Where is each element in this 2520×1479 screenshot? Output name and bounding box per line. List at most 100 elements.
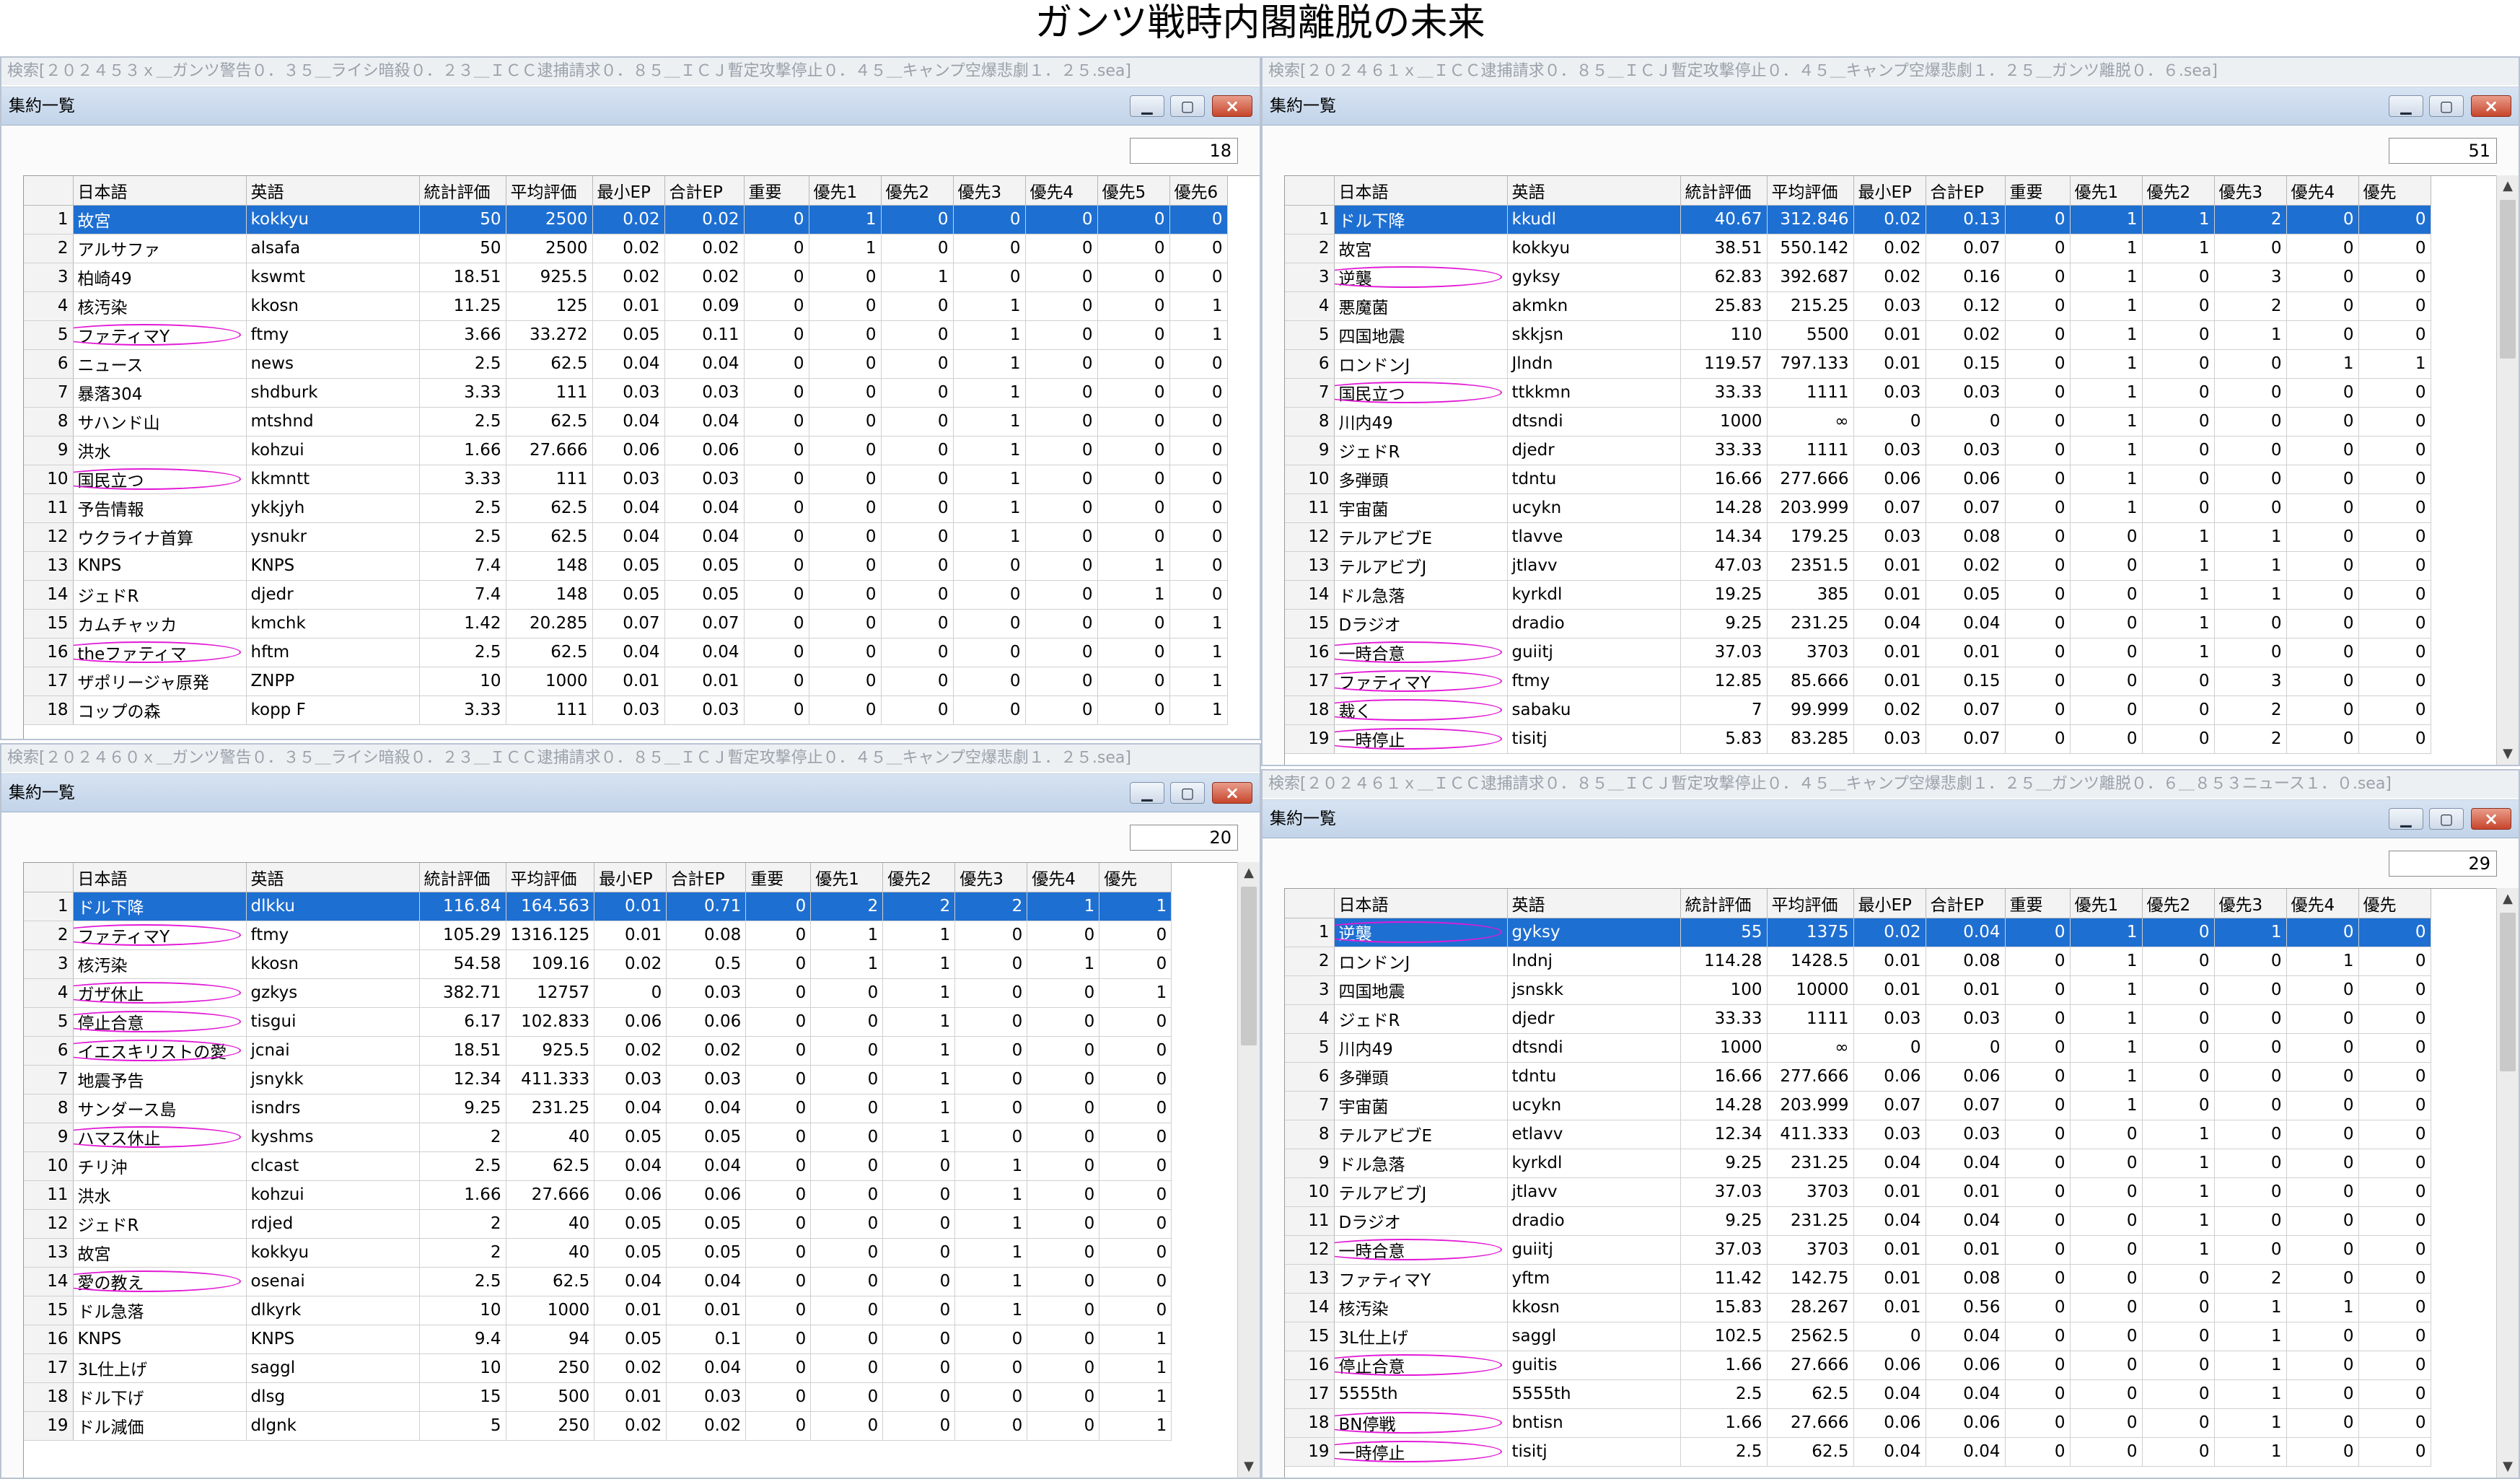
column-header[interactable]: 優先3 bbox=[2214, 889, 2287, 918]
column-header[interactable]: 優先3 bbox=[954, 863, 1028, 892]
table-row[interactable]: 11 宇宙菌 ucykn 14.28 203.999 0.07 0.07 0 1 0 0 0 0 bbox=[1285, 493, 2431, 523]
column-header[interactable]: 優先 bbox=[2358, 176, 2431, 206]
table-row[interactable]: 2 ファティマY ftmy 105.29 1316.125 0.01 0.08 0 1 1 0 0 0 bbox=[24, 921, 1172, 950]
column-header[interactable]: 優先1 bbox=[2070, 889, 2143, 918]
table-row[interactable]: 5 停止合意 tisgui 6.17 102.833 0.06 0.06 0 0 1 0 0 0 bbox=[24, 1007, 1172, 1037]
results-grid[interactable]: 日本語 英語 統計評価 平均評価 最小EP 合計EP 重要 優先1 優先2 優先3 優先4 優先 1 ドル… bbox=[1284, 175, 2498, 765]
column-header[interactable]: 統計評価 bbox=[1680, 176, 1768, 206]
column-header[interactable]: 平均評価 bbox=[1767, 889, 1854, 918]
column-header[interactable]: 最小EP bbox=[1853, 889, 1926, 918]
column-header[interactable]: 優先3 bbox=[953, 176, 1026, 206]
results-grid[interactable]: 日本語 英語 統計評価 平均評価 最小EP 合計EP 重要 優先1 優先2 優先3 優先4 優先 1 逆襲… bbox=[1284, 888, 2498, 1478]
table-row[interactable]: 13 KNPS KNPS 7.4 148 0.05 0.05 0 0 0 0 0 1 0 bbox=[24, 551, 1228, 581]
column-header[interactable]: 日本語 bbox=[73, 176, 247, 206]
table-row[interactable]: 12 一時合意 guiitj 37.03 3703 0.01 0.01 0 0 1 0 0 0 bbox=[1285, 1235, 2431, 1265]
table-row[interactable]: 8 サンダース島 isndrs 9.25 231.25 0.04 0.04 0 0 1 0 0 0 bbox=[24, 1094, 1172, 1123]
column-header[interactable]: 重要 bbox=[744, 176, 809, 206]
table-row[interactable]: 19 一時停止 tisitj 5.83 83.285 0.03 0.07 0 0 0 2 0 0 bbox=[1285, 724, 2431, 754]
column-header[interactable]: 優先4 bbox=[1027, 863, 1100, 892]
column-header[interactable]: 平均評価 bbox=[506, 863, 595, 892]
maximize-button[interactable]: ▢ bbox=[2429, 95, 2464, 117]
column-header[interactable]: 優先 bbox=[1099, 863, 1172, 892]
minimize-button[interactable]: ▁ bbox=[1130, 95, 1164, 117]
table-row[interactable]: 10 チリ沖 clcast 2.5 62.5 0.04 0.04 0 0 0 1 0 0 bbox=[24, 1151, 1172, 1181]
column-header[interactable]: 合計EP bbox=[1926, 176, 2006, 206]
scroll-down-icon[interactable]: ▼ bbox=[2497, 743, 2519, 765]
table-row-selected[interactable]: 1 逆襲 gyksy 55 1375 0.02 0.04 0 1 0 1 0 0 bbox=[1285, 918, 2431, 947]
results-grid[interactable]: 日本語 英語 統計評価 平均評価 最小EP 合計EP 重要 優先1 優先2 優先3 優先4 優先 1 ドル… bbox=[23, 862, 1237, 1478]
column-header[interactable]: 英語 bbox=[246, 176, 420, 206]
table-row[interactable]: 15 Dラジオ dradio 9.25 231.25 0.04 0.04 0 0 1 0 0 0 bbox=[1285, 609, 2431, 638]
column-header[interactable]: 優先1 bbox=[2070, 176, 2143, 206]
table-row[interactable]: 14 愛の教え osenai 2.5 62.5 0.04 0.04 0 0 0 1 0 0 bbox=[24, 1267, 1172, 1296]
table-row[interactable]: 6 ニュース news 2.5 62.5 0.04 0.04 0 0 0 1 0 0 0 bbox=[24, 349, 1228, 379]
table-row[interactable]: 3 柏崎49 kswmt 18.51 925.5 0.02 0.02 0 0 1 0 0 0 0 bbox=[24, 263, 1228, 292]
result-count-field[interactable]: 18 bbox=[1130, 138, 1238, 164]
table-row[interactable]: 18 BN停戦 bntisn 1.66 27.666 0.06 0.06 0 0 0 1 0 0 bbox=[1285, 1408, 2431, 1438]
column-header[interactable]: 日本語 bbox=[1334, 176, 1508, 206]
table-row[interactable]: 13 故宮 kokkyu 2 40 0.05 0.05 0 0 0 1 0 0 bbox=[24, 1238, 1172, 1268]
table-row[interactable]: 9 ジェドR djedr 33.33 1111 0.03 0.03 0 1 0 0 0 0 bbox=[1285, 436, 2431, 465]
column-header[interactable]: 重要 bbox=[2005, 176, 2071, 206]
table-row[interactable]: 18 裁く sabaku 7 99.999 0.02 0.07 0 0 0 2 0 0 bbox=[1285, 695, 2431, 725]
table-row[interactable]: 13 テルアビブJ jtlavv 47.03 2351.5 0.01 0.02 0 0 1 1 0 0 bbox=[1285, 551, 2431, 581]
table-row[interactable]: 16 一時合意 guiitj 37.03 3703 0.01 0.01 0 0 1 0 0 0 bbox=[1285, 638, 2431, 667]
maximize-button[interactable]: ▢ bbox=[2429, 808, 2464, 830]
column-header[interactable]: 重要 bbox=[745, 863, 812, 892]
column-header[interactable]: 日本語 bbox=[73, 863, 247, 892]
column-header[interactable]: 統計評価 bbox=[419, 863, 506, 892]
column-header[interactable]: 優先4 bbox=[2286, 176, 2359, 206]
minimize-button[interactable]: ▁ bbox=[2389, 95, 2423, 117]
close-button[interactable]: × bbox=[1212, 95, 1252, 117]
table-row[interactable]: 12 ウクライナ首算 ysnukr 2.5 62.5 0.04 0.04 0 0 0 1 0 0 0 bbox=[24, 522, 1228, 552]
table-row[interactable]: 15 カムチャッカ kmchk 1.42 20.285 0.07 0.07 0 0 0 0 0 0 1 bbox=[24, 609, 1228, 638]
table-row[interactable]: 2 ロンドンJ lndnj 114.28 1428.5 0.01 0.08 0 1 0 0 1 0 bbox=[1285, 947, 2431, 976]
table-row[interactable]: 3 核汚染 kkosn 54.58 109.16 0.02 0.5 0 1 1 0 1 0 bbox=[24, 949, 1172, 979]
window-titlebar[interactable]: 集約一覧 ▁ ▢ × bbox=[1263, 800, 2519, 838]
result-count-field[interactable]: 29 bbox=[2389, 851, 2497, 877]
table-row[interactable]: 7 暴落304 shdburk 3.33 111 0.03 0.03 0 0 0 1 0 0 0 bbox=[24, 378, 1228, 408]
table-row[interactable]: 12 テルアビブE tlavve 14.34 179.25 0.03 0.08 0 0 1 1 0 0 bbox=[1285, 522, 2431, 552]
table-row[interactable]: 19 ドル減価 dlgnk 5 250 0.02 0.02 0 0 0 0 0 1 bbox=[24, 1411, 1172, 1441]
column-header[interactable]: 重要 bbox=[2005, 889, 2071, 918]
table-row[interactable]: 10 テルアビブJ jtlavv 37.03 3703 0.01 0.01 0 0 1 0 0 0 bbox=[1285, 1177, 2431, 1207]
column-header[interactable]: 平均評価 bbox=[506, 176, 593, 206]
column-header[interactable]: 優先4 bbox=[2286, 889, 2359, 918]
result-count-field[interactable]: 20 bbox=[1130, 825, 1238, 851]
close-button[interactable]: × bbox=[1212, 782, 1252, 804]
close-button[interactable]: × bbox=[2471, 95, 2511, 117]
results-grid[interactable]: 日本語 英語 統計評価 平均評価 最小EP 合計EP 重要 優先1 優先2 優先3 優先4 優先5 優先… bbox=[23, 175, 1260, 739]
table-row[interactable]: 8 テルアビブE etlavv 12.34 411.333 0.03 0.03 0 0 1 0 0 0 bbox=[1285, 1120, 2431, 1149]
column-header[interactable]: 優先4 bbox=[1025, 176, 1098, 206]
table-row[interactable]: 9 ハマス休止 kyshms 2 40 0.05 0.05 0 0 1 0 0 0 bbox=[24, 1123, 1172, 1152]
scroll-up-icon[interactable]: ▲ bbox=[2497, 175, 2519, 197]
table-row[interactable]: 18 コップの森 kopp F 3.33 111 0.03 0.03 0 0 0 0 0 0 1 bbox=[24, 695, 1228, 725]
table-row[interactable]: 17 ザポリージャ原発 ZNPP 10 1000 0.01 0.01 0 0 0 0 0 0 1 bbox=[24, 667, 1228, 696]
table-row[interactable]: 15 ドル急落 dlkyrk 10 1000 0.01 0.01 0 0 0 1 0 0 bbox=[24, 1296, 1172, 1325]
scroll-up-icon[interactable]: ▲ bbox=[2497, 888, 2519, 910]
column-header[interactable]: 合計EP bbox=[1926, 889, 2006, 918]
table-row[interactable]: 17 3L仕上げ saggl 10 250 0.02 0.04 0 0 0 0 0 1 bbox=[24, 1353, 1172, 1383]
table-row[interactable]: 15 3L仕上げ saggl 102.5 2562.5 0 0.04 0 0 0 1 0 0 bbox=[1285, 1322, 2431, 1351]
scroll-up-icon[interactable]: ▲ bbox=[1238, 862, 1260, 884]
column-header[interactable]: 合計EP bbox=[664, 176, 745, 206]
column-header[interactable] bbox=[1285, 176, 1335, 206]
table-row[interactable]: 14 ジェドR djedr 7.4 148 0.05 0.05 0 0 0 0 0 1 0 bbox=[24, 580, 1228, 610]
table-row[interactable]: 10 多弾頭 tdntu 16.66 277.666 0.06 0.06 0 1 0 0 0 0 bbox=[1285, 465, 2431, 494]
table-row[interactable]: 16 KNPS KNPS 9.4 94 0.05 0.1 0 0 0 0 0 1 bbox=[24, 1325, 1172, 1354]
scroll-thumb[interactable] bbox=[2500, 913, 2516, 1071]
vertical-scrollbar[interactable]: ▲ ▼ bbox=[1237, 862, 1260, 1478]
column-header[interactable]: 統計評価 bbox=[419, 176, 506, 206]
table-row[interactable]: 7 国民立つ ttkkmn 33.33 1111 0.03 0.03 0 1 0 0 0 0 bbox=[1285, 378, 2431, 408]
column-header[interactable]: 優先5 bbox=[1097, 176, 1170, 206]
table-row[interactable]: 16 theファティマ hftm 2.5 62.5 0.04 0.04 0 0 0 0 0 0 1 bbox=[24, 638, 1228, 667]
column-header[interactable]: 英語 bbox=[1507, 176, 1681, 206]
table-row[interactable]: 14 ドル急落 kyrkdl 19.25 385 0.01 0.05 0 0 1 1 0 0 bbox=[1285, 580, 2431, 610]
scroll-down-icon[interactable]: ▼ bbox=[1238, 1456, 1260, 1478]
table-row[interactable]: 8 川内49 dtsndi 1000 ∞ 0 0 0 1 0 0 0 0 bbox=[1285, 407, 2431, 436]
column-header[interactable]: 合計EP bbox=[666, 863, 747, 892]
table-row[interactable]: 14 核汚染 kkosn 15.83 28.267 0.01 0.56 0 0 0 1 1 0 bbox=[1285, 1293, 2431, 1322]
column-header[interactable]: 優先1 bbox=[809, 176, 882, 206]
vertical-scrollbar[interactable]: ▲ ▼ bbox=[2496, 175, 2519, 765]
table-row[interactable]: 2 アルサファ alsafa 50 2500 0.02 0.02 0 1 0 0 0 0 0 bbox=[24, 234, 1228, 263]
